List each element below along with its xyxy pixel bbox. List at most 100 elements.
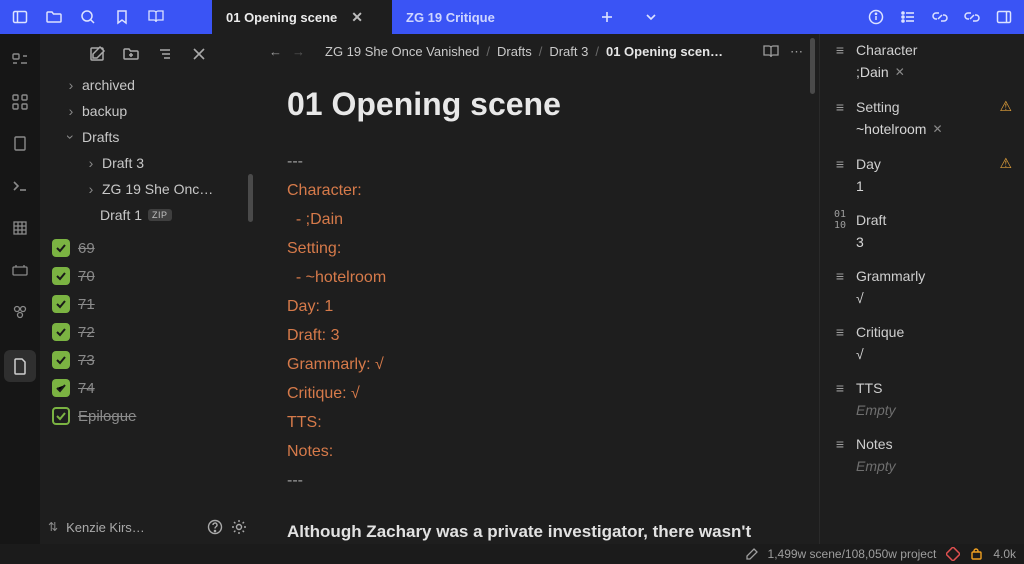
- prop-critique[interactable]: ≡Critique √: [820, 316, 1024, 372]
- chevron-down-icon: ›: [63, 130, 79, 144]
- sidebar-toggle-icon[interactable]: [4, 0, 36, 34]
- tab-critique[interactable]: ZG 19 Critique: [392, 0, 572, 34]
- nav-forward-icon[interactable]: →: [292, 44, 305, 59]
- tree-item-archived[interactable]: ›archived: [40, 72, 249, 98]
- check-item[interactable]: 69: [52, 234, 251, 262]
- status-file-size[interactable]: 4.0k: [993, 547, 1016, 561]
- chevron-updown-icon: ⇅: [48, 520, 58, 534]
- reading-mode-icon[interactable]: [762, 44, 780, 60]
- typewriter-icon[interactable]: [8, 258, 32, 282]
- tab-label: 01 Opening scene: [226, 10, 337, 25]
- sidebar-scrollbar[interactable]: [248, 174, 253, 222]
- prop-draft[interactable]: 0110Draft 3: [820, 204, 1024, 260]
- folder-icon[interactable]: [38, 0, 70, 34]
- check-item[interactable]: 73: [52, 346, 251, 374]
- remove-tag-icon[interactable]: ✕: [932, 122, 942, 136]
- list-icon: ≡: [832, 99, 848, 115]
- checkbox-checked-icon[interactable]: [52, 239, 70, 257]
- canvas-icon[interactable]: [8, 132, 32, 156]
- warning-icon: ⚠: [999, 98, 1012, 115]
- tree-item-zg19[interactable]: ›ZG 19 She Onc…: [40, 176, 249, 202]
- status-word-count[interactable]: 1,499w scene/108,050w project: [768, 547, 937, 561]
- tab-opening-scene[interactable]: 01 Opening scene ✕: [212, 0, 392, 34]
- info-icon[interactable]: [860, 0, 892, 34]
- search-icon[interactable]: [72, 0, 104, 34]
- graph-icon[interactable]: [8, 90, 32, 114]
- backlinks-icon[interactable]: [924, 0, 956, 34]
- list-icon: ≡: [832, 380, 848, 396]
- editor-toolbar: ← → ZG 19 She Once Vanished/ Drafts/ Dra…: [255, 34, 819, 70]
- tree-item-backup[interactable]: ›backup: [40, 98, 249, 124]
- frontmatter[interactable]: --- Character: - ;Dain Setting: - ~hotel…: [287, 147, 787, 495]
- prop-setting[interactable]: ≡Setting⚠ ~hotelroom✕: [820, 90, 1024, 147]
- chevron-right-icon: ›: [84, 155, 98, 171]
- zip-badge: ZIP: [148, 209, 172, 221]
- checkbox-checked-icon[interactable]: [52, 351, 70, 369]
- new-folder-icon[interactable]: [121, 44, 141, 64]
- chevron-right-icon: ›: [64, 103, 78, 119]
- list-icon: ≡: [832, 436, 848, 452]
- table-icon[interactable]: [8, 216, 32, 240]
- tab-dropdown-button[interactable]: [632, 0, 670, 34]
- file-explorer-tab[interactable]: [4, 350, 36, 382]
- remove-tag-icon[interactable]: ✕: [895, 65, 905, 79]
- gear-icon[interactable]: [231, 519, 247, 535]
- tree-item-draft1[interactable]: Draft 1ZIP: [40, 202, 249, 228]
- properties-panel: ≡Character ;Dain✕ ≡Setting⚠ ~hotelroom✕ …: [819, 34, 1024, 544]
- status-edit-icon[interactable]: [746, 548, 758, 560]
- prop-grammarly[interactable]: ≡Grammarly √: [820, 260, 1024, 316]
- check-item[interactable]: Epilogue: [52, 402, 251, 430]
- outline-icon[interactable]: [892, 0, 924, 34]
- checkbox-checked-icon[interactable]: [52, 295, 70, 313]
- plugins-icon[interactable]: [8, 300, 32, 324]
- list-icon: ≡: [832, 324, 848, 340]
- page-title: 01 Opening scene: [287, 86, 787, 123]
- vault-name: Kenzie Kirs…: [66, 520, 199, 535]
- status-backup-icon[interactable]: [970, 548, 983, 561]
- checkbox-checked-icon[interactable]: [52, 267, 70, 285]
- check-item[interactable]: 71: [52, 290, 251, 318]
- editor-pane: ← → ZG 19 She Once Vanished/ Drafts/ Dra…: [255, 34, 819, 544]
- binary-icon: 0110: [832, 212, 848, 228]
- warning-icon: ⚠: [999, 155, 1012, 172]
- more-icon[interactable]: ⋯: [790, 44, 805, 60]
- tree-item-drafts[interactable]: ›Drafts: [40, 124, 249, 150]
- prop-day[interactable]: ≡Day⚠ 1: [820, 147, 1024, 204]
- reading-icon[interactable]: [140, 0, 172, 34]
- check-item[interactable]: 74: [52, 374, 251, 402]
- checkbox-checked-icon[interactable]: [52, 379, 70, 397]
- prop-tts[interactable]: ≡TTS Empty: [820, 372, 1024, 428]
- right-sidebar-toggle-icon[interactable]: [988, 0, 1020, 34]
- checkbox-checked-icon[interactable]: [52, 407, 70, 425]
- left-rail: [0, 34, 40, 544]
- terminal-icon[interactable]: [8, 174, 32, 198]
- list-icon: ≡: [832, 268, 848, 284]
- sort-icon[interactable]: [155, 44, 175, 64]
- titlebar: 01 Opening scene ✕ ZG 19 Critique: [0, 0, 1024, 34]
- outgoing-links-icon[interactable]: [956, 0, 988, 34]
- checklist: 69 70 71 72 73 74 Epilogue: [40, 228, 255, 430]
- status-bar: 1,499w scene/108,050w project 4.0k: [0, 544, 1024, 564]
- check-item[interactable]: 72: [52, 318, 251, 346]
- close-icon[interactable]: ✕: [351, 9, 363, 26]
- prop-notes[interactable]: ≡Notes Empty: [820, 428, 1024, 484]
- list-icon: ≡: [832, 42, 848, 58]
- file-tree: ›archived ›backup ›Drafts ›Draft 3 ›ZG 1…: [40, 72, 255, 228]
- vault-switcher[interactable]: ⇅ Kenzie Kirs…: [40, 510, 255, 544]
- quick-switcher-icon[interactable]: [8, 48, 32, 72]
- tab-strip: 01 Opening scene ✕ ZG 19 Critique: [212, 0, 670, 34]
- status-sync-off-icon[interactable]: [946, 547, 960, 561]
- document-body[interactable]: Although Zachary was a private investiga…: [287, 519, 787, 544]
- help-icon[interactable]: [207, 519, 223, 535]
- new-note-icon[interactable]: [87, 44, 107, 64]
- breadcrumb[interactable]: ZG 19 She Once Vanished/ Drafts/ Draft 3…: [325, 44, 752, 59]
- nav-back-icon[interactable]: ←: [269, 44, 282, 59]
- new-tab-button[interactable]: [588, 0, 626, 34]
- prop-character[interactable]: ≡Character ;Dain✕: [820, 34, 1024, 90]
- collapse-icon[interactable]: [189, 44, 209, 64]
- editor-body[interactable]: 01 Opening scene --- Character: - ;Dain …: [255, 70, 819, 544]
- check-item[interactable]: 70: [52, 262, 251, 290]
- tree-item-draft3[interactable]: ›Draft 3: [40, 150, 249, 176]
- bookmark-icon[interactable]: [106, 0, 138, 34]
- checkbox-checked-icon[interactable]: [52, 323, 70, 341]
